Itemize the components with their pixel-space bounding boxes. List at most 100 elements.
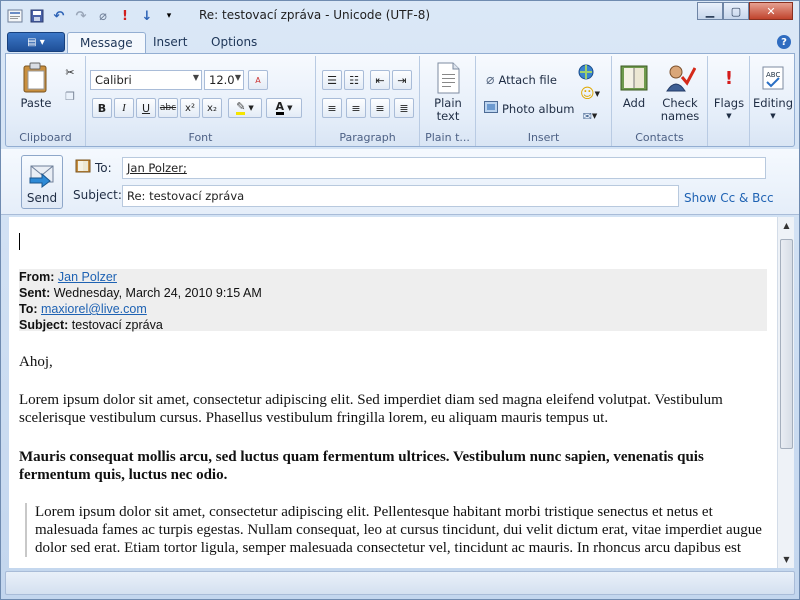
chevron-down-icon: ▼ [234,73,241,82]
vertical-scrollbar[interactable]: ▲ ▼ [777,217,794,568]
paste-label: Paste [20,96,52,110]
attach-file-button[interactable]: ⌀ Attach file [486,72,557,88]
quoted-from-line: From: Jan Polzer [19,269,767,285]
text-caret [19,233,20,250]
paragraph-2: Mauris consequat mollis arcu, sed luctus… [19,449,704,483]
to-field[interactable]: Jan Polzer; [122,157,766,179]
justify-icon[interactable]: ≣ [394,98,414,118]
numbered-list-icon[interactable]: ☰ [322,70,342,90]
paperclip-icon: ⌀ [486,72,495,88]
font-size-value: 12.0 [209,73,235,87]
add-contact-button[interactable]: Add [616,62,652,110]
photo-album-label: Photo album [502,101,575,116]
subscript-icon[interactable]: x₂ [202,98,222,118]
chevron-down-icon: ▼ [248,104,254,112]
save-icon[interactable] [27,6,47,26]
undo-icon[interactable]: ↶ [49,6,69,26]
check-names-button[interactable]: Check names [656,62,704,123]
editing-label: Editing [752,96,794,110]
align-left-icon[interactable]: ≡ [322,98,342,118]
align-center-icon[interactable]: ≡ [346,98,366,118]
font-color-icon: A [275,100,285,115]
to-label: To: [95,161,112,175]
cut-icon[interactable]: ✂ [60,62,80,82]
tab-message[interactable]: Message [67,32,146,53]
increase-indent-icon[interactable]: ⇥ [392,70,412,90]
compose-header: Send To: Jan Polzer; Subject: Re: testov… [1,149,799,215]
emoticon-icon: ☺ [580,86,595,102]
quoted-header: From: Jan Polzer Sent: Wednesday, March … [19,269,767,333]
emoticon-button[interactable]: ☺ ▼ [576,84,604,104]
clear-formatting-icon[interactable]: A [248,70,268,90]
font-color-button[interactable]: A ▼ [266,98,302,118]
group-insert: ⌀ Attach file Photo album ☺ ▼ ✉ ▼ Insert [476,56,612,146]
address-book-icon [618,62,650,94]
group-flags: ! Flags ▼ [708,56,750,146]
quoted-sent-value: Wednesday, March 24, 2010 9:15 AM [53,286,262,300]
paste-button[interactable]: Paste [14,62,58,110]
align-right-icon[interactable]: ≡ [370,98,390,118]
underline-icon[interactable]: U [136,98,156,118]
quoted-to-link[interactable]: maxiorel@live.com [41,302,147,316]
paragraph-1: Lorem ipsum dolor sit amet, consectetur … [19,392,723,426]
scroll-down-icon[interactable]: ▼ [778,551,795,568]
signature-icon: ✉ [582,109,592,123]
subject-label: Subject: [73,188,122,202]
strikethrough-icon[interactable]: abc [158,98,178,118]
redo-icon[interactable]: ↷ [71,6,91,26]
scroll-thumb[interactable] [780,239,793,449]
signature-button[interactable]: ✉ ▼ [576,106,604,126]
paste-icon [20,62,52,94]
high-importance-icon[interactable]: ! [115,6,135,26]
quoted-subject-value: testovací zpráva [71,318,163,332]
tab-insert[interactable]: Insert [141,32,199,53]
tab-options[interactable]: Options [199,32,269,53]
plain-text-label-2: text [436,109,460,123]
quoted-sent-label: Sent: [19,286,51,300]
subject-field[interactable]: Re: testovací zpráva [122,185,679,207]
scroll-up-icon[interactable]: ▲ [778,217,795,234]
group-clipboard: Paste ✂ ❐ Clipboard [6,56,86,146]
close-button[interactable]: ✕ [749,2,793,20]
paperclip-icon[interactable]: ⌀ [93,6,113,26]
show-cc-bcc-link[interactable]: Show Cc & Bcc [684,191,774,205]
editing-button[interactable]: ABC Editing ▼ [752,62,794,123]
highlight-color-button[interactable]: ✎ ▼ [228,98,262,118]
copy-icon[interactable]: ❐ [60,86,80,106]
quoted-from-link[interactable]: Jan Polzer [58,270,117,284]
quick-access-toolbar: ↶ ↷ ⌀ ! ↓ ▾ [5,6,179,26]
decrease-indent-icon[interactable]: ⇤ [370,70,390,90]
font-family-select[interactable]: Calibri ▼ [90,70,202,90]
app-menu-button[interactable]: ▤ ▾ [7,32,65,52]
bullet-list-icon[interactable]: ☷ [344,70,364,90]
message-body[interactable]: From: Jan Polzer Sent: Wednesday, March … [9,217,777,568]
send-label: Send [26,191,58,205]
group-paragraph: ☰ ☷ ⇤ ⇥ ≡ ≡ ≡ ≣ Paragraph [316,56,420,146]
address-book-icon[interactable] [75,159,91,176]
quoted-subject-line: Subject: testovací zpráva [19,317,767,333]
check-names-label-2: names [660,109,700,123]
chevron-down-icon: ▼ [192,73,199,82]
photo-album-button[interactable]: Photo album [484,101,575,116]
quoted-to-label: To: [19,302,38,316]
superscript-icon[interactable]: x² [180,98,200,118]
flag-icon: ! [724,67,734,89]
low-importance-icon[interactable]: ↓ [137,6,157,26]
customize-qat-icon[interactable]: ▾ [159,6,179,26]
plain-text-group-label: Plain t... [425,131,470,144]
highlighter-icon: ✎ [236,99,246,115]
italic-icon[interactable]: I [114,98,134,118]
font-size-select[interactable]: 12.0 ▼ [204,70,244,90]
title-bar: ↶ ↷ ⌀ ! ↓ ▾ Re: testovací zpráva - Unico… [1,1,799,31]
plain-text-button[interactable]: Plain text [426,62,470,123]
send-button[interactable]: Send [21,155,63,209]
bold-icon[interactable]: B [92,98,112,118]
maximize-button[interactable]: ▢ [723,2,749,20]
minimize-button[interactable]: ▁ [697,2,723,20]
group-contacts: Add Check names Contacts [612,56,708,146]
app-menu-icon: ▤ ▾ [27,36,45,48]
help-icon[interactable]: ? [777,35,791,49]
hyperlink-icon[interactable] [576,62,596,82]
flags-button[interactable]: ! Flags ▼ [710,62,748,123]
chevron-down-icon: ▼ [726,112,732,120]
